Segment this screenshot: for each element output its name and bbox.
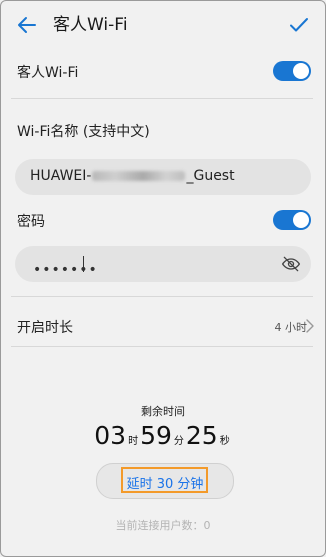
back-arrow-icon[interactable] <box>15 13 39 37</box>
timer-hours: 03 <box>94 421 127 450</box>
ssid-suffix: _Guest <box>186 168 235 184</box>
toggle-knob <box>293 212 309 228</box>
ssid-label: Wi-Fi名称 (支持中文) <box>17 124 150 140</box>
extend-30-min-button[interactable]: 延时 30 分钟 <box>96 463 234 499</box>
text-cursor <box>83 256 84 272</box>
ssid-value: HUAWEI- _Guest <box>30 168 235 184</box>
timer-minutes: 59 <box>140 421 172 450</box>
check-icon[interactable] <box>287 13 311 37</box>
password-label: 密码 <box>17 214 45 230</box>
timer-minutes-unit: 分 <box>173 436 184 447</box>
timer-seconds: 25 <box>185 421 218 450</box>
remaining-label: 剩余时间 <box>141 405 185 418</box>
ssid-field[interactable]: HUAWEI- _Guest <box>15 159 311 195</box>
header: 客人Wi-Fi <box>1 1 325 49</box>
ssid-prefix: HUAWEI- <box>30 168 92 184</box>
timer-seconds-unit: 秒 <box>219 436 230 447</box>
password-value: ••••••• <box>33 262 98 278</box>
connected-users-count: 当前连接用户数：0 <box>115 519 211 532</box>
countdown-timer: 03 时59 分25 秒 <box>1 421 325 451</box>
divider <box>11 346 313 347</box>
divider <box>11 296 313 297</box>
ssid-redacted-mark <box>92 171 186 181</box>
timer-hours-unit: 时 <box>128 436 139 447</box>
duration-value[interactable]: 4 小时 <box>275 319 308 335</box>
guest-wifi-toggle[interactable] <box>273 61 311 81</box>
extend-button-label: 延时 30 分钟 <box>126 477 204 492</box>
screen: 客人Wi-Fi 客人Wi-Fi Wi-Fi名称 (支持中文) HUAWEI- _G… <box>0 0 326 557</box>
page-title: 客人Wi-Fi <box>53 15 128 35</box>
password-field[interactable]: ••••••• <box>15 246 311 282</box>
chevron-right-icon[interactable] <box>305 319 315 333</box>
eye-off-icon[interactable] <box>281 254 301 274</box>
divider <box>11 98 313 99</box>
password-toggle[interactable] <box>273 210 311 230</box>
toggle-knob <box>293 63 309 79</box>
duration-label: 开启时长 <box>17 320 73 336</box>
guest-wifi-label: 客人Wi-Fi <box>17 65 79 81</box>
